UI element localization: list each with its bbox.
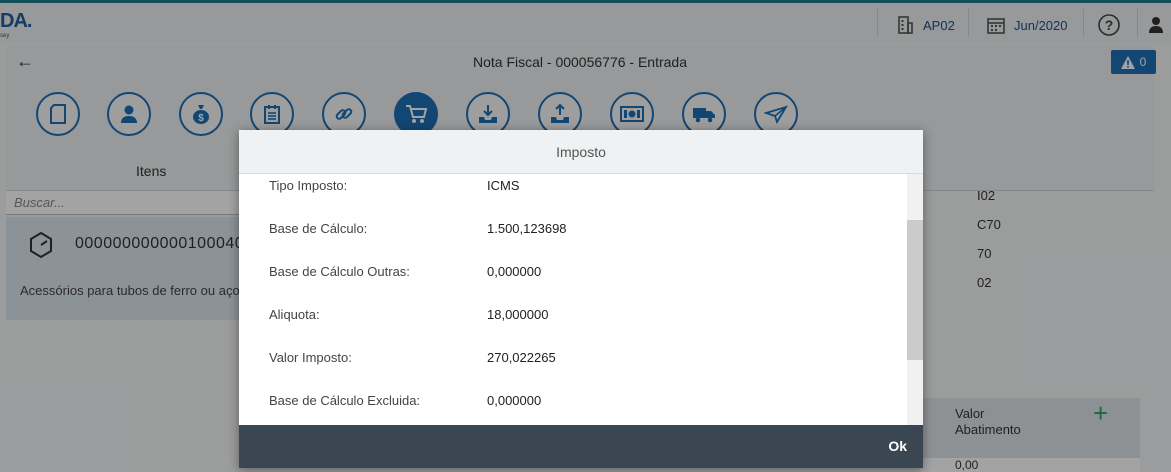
- field-label: Valor Imposto:: [269, 350, 352, 365]
- dialog-header: Imposto: [239, 130, 923, 174]
- field-label: Base de Cálculo Outras:: [269, 264, 410, 279]
- ok-button[interactable]: Ok: [888, 438, 907, 454]
- dialog-body: Tipo Imposto: ICMS Base de Cálculo: 1.50…: [239, 174, 923, 425]
- field-value: ICMS: [487, 178, 520, 193]
- scrollbar[interactable]: [907, 174, 923, 425]
- field-row: Base de Cálculo Outras: 0,000000: [239, 264, 907, 284]
- field-row: Base de Cálculo Excluida: 0,000000: [239, 393, 907, 413]
- dialog-title: Imposto: [556, 144, 606, 160]
- imposto-dialog: Imposto Tipo Imposto: ICMS Base de Cálcu…: [239, 130, 923, 468]
- field-value: 1.500,123698: [487, 221, 567, 236]
- dialog-footer: Ok: [239, 425, 923, 468]
- scrollbar-thumb[interactable]: [907, 220, 923, 360]
- field-row: Valor Imposto: 270,022265: [239, 350, 907, 370]
- field-value: 270,022265: [487, 350, 556, 365]
- field-label: Tipo Imposto:: [269, 178, 348, 193]
- field-value: 18,000000: [487, 307, 549, 322]
- field-label: Aliquota:: [269, 307, 320, 322]
- field-row: Base de Cálculo: 1.500,123698: [239, 221, 907, 241]
- field-label: Base de Cálculo:: [269, 221, 368, 236]
- field-row: Aliquota: 18,000000: [239, 307, 907, 327]
- field-row: Tipo Imposto: ICMS: [239, 178, 907, 198]
- field-label: Base de Cálculo Excluida:: [269, 393, 421, 408]
- field-value: 0,000000: [487, 393, 542, 408]
- field-value: 0,000000: [487, 264, 542, 279]
